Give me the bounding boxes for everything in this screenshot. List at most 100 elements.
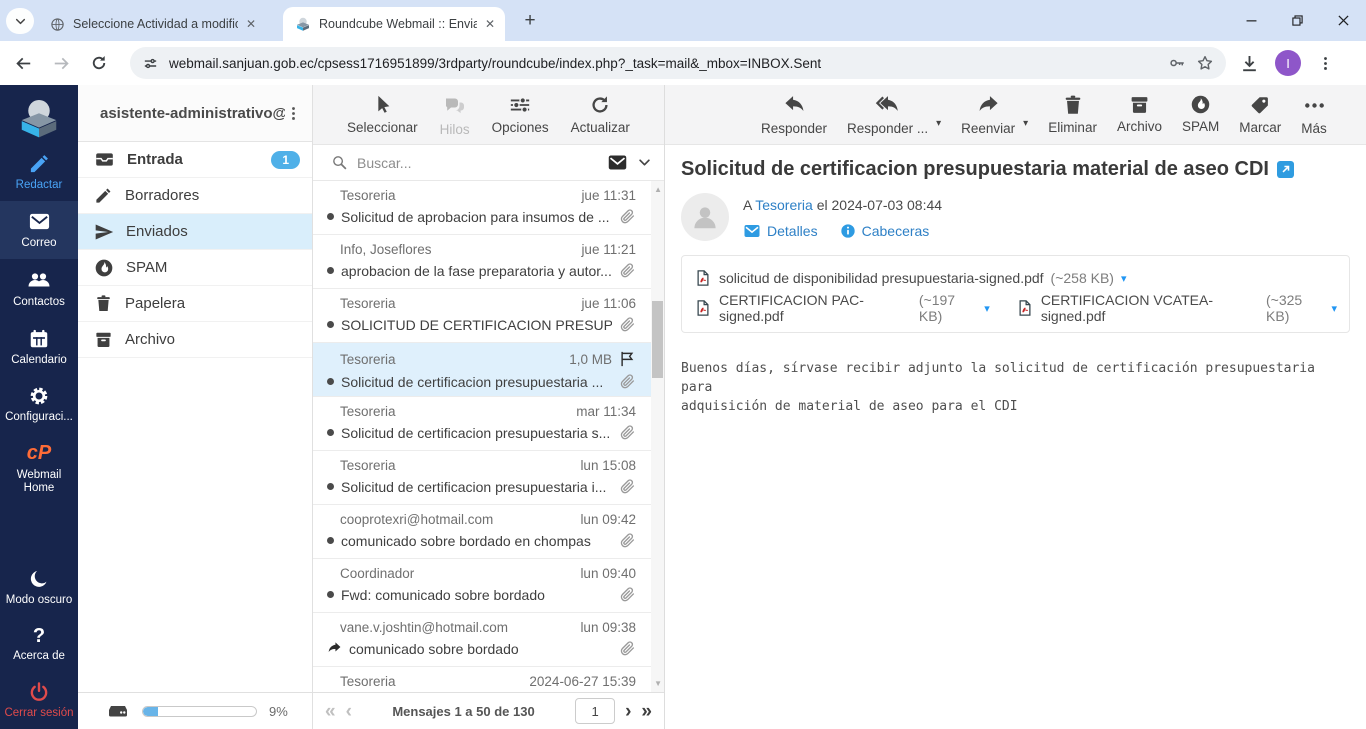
folder-drafts[interactable]: Borradores xyxy=(78,178,312,214)
threads-button[interactable]: Hilos xyxy=(440,94,470,144)
reply-dropdown-caret[interactable]: ▾ xyxy=(936,118,941,144)
forward-dropdown-caret[interactable]: ▾ xyxy=(1023,118,1028,144)
next-page-button[interactable]: › xyxy=(625,702,631,721)
message-date: 2024-07-03 08:44 xyxy=(832,197,943,213)
sidebar-item-contacts[interactable]: Contactos xyxy=(0,259,78,318)
sidebar-item-settings[interactable]: Configuraci... xyxy=(0,376,78,433)
forward-button[interactable] xyxy=(48,50,74,76)
search-input[interactable] xyxy=(357,155,598,171)
sidebar-item-about[interactable]: ? Acerca de xyxy=(0,617,78,672)
first-page-button[interactable]: « xyxy=(325,702,336,721)
search-options-chevron-icon[interactable] xyxy=(637,155,652,170)
window-close-button[interactable] xyxy=(1320,0,1366,41)
list-scrollbar[interactable]: ▲ ▼ xyxy=(651,181,664,692)
bookmark-star-icon[interactable] xyxy=(1196,54,1214,72)
folder-archive[interactable]: Archivo xyxy=(78,322,312,358)
recipient-link[interactable]: Tesoreria xyxy=(755,197,813,213)
globe-icon xyxy=(50,17,65,32)
message-row[interactable]: Tesoreriajue 11:31 Solicitud de aprobaci… xyxy=(313,181,664,235)
site-settings-icon[interactable] xyxy=(142,55,159,72)
scrollbar-thumb[interactable] xyxy=(652,301,663,378)
back-button[interactable] xyxy=(10,50,36,76)
reply-all-button[interactable]: Responder ... xyxy=(847,94,928,144)
person-icon xyxy=(690,202,720,232)
attachment-item[interactable]: solicitud de disponibilidad presupuestar… xyxy=(694,269,1127,287)
delete-button[interactable]: Eliminar xyxy=(1048,94,1097,144)
compose-icon xyxy=(28,152,51,175)
details-link[interactable]: Detalles xyxy=(743,222,818,240)
trash-icon xyxy=(1062,94,1084,116)
message-row[interactable]: cooprotexri@hotmail.comlun 09:42 comunic… xyxy=(313,505,664,559)
browser-menu-kebab-icon[interactable] xyxy=(1317,55,1334,72)
archive-button[interactable]: Archivo xyxy=(1117,94,1162,144)
attachment-menu-caret[interactable]: ▾ xyxy=(984,302,990,315)
last-page-button[interactable]: » xyxy=(641,702,652,721)
envelope-icon xyxy=(743,222,761,240)
message-row[interactable]: Tesoreriajue 11:06 SOLICITUD DE CERTIFIC… xyxy=(313,289,664,343)
folder-inbox[interactable]: Entrada 1 xyxy=(78,142,312,178)
reload-button[interactable] xyxy=(86,50,112,76)
message-row[interactable]: Tesoreriamar 11:34 Solicitud de certific… xyxy=(313,397,664,451)
message-row[interactable]: Tesorerialun 15:08 Solicitud de certific… xyxy=(313,451,664,505)
attachment-menu-caret[interactable]: ▾ xyxy=(1121,272,1127,285)
message-row[interactable]: Info, Josefloresjue 11:21 aprobacion de … xyxy=(313,235,664,289)
sidebar-item-dark-mode[interactable]: Modo oscuro xyxy=(0,559,78,616)
unread-dot xyxy=(327,483,334,490)
flag-icon[interactable] xyxy=(618,350,636,368)
browser-profile-avatar[interactable]: I xyxy=(1275,50,1301,76)
account-menu-kebab-icon[interactable] xyxy=(285,105,302,122)
tag-icon xyxy=(1249,94,1271,116)
folder-sent[interactable]: Enviados xyxy=(78,214,312,250)
message-row-selected[interactable]: Tesoreria1,0 MB Solicitud de certificaci… xyxy=(313,343,664,397)
message-view-panel: Responder Responder ... ▾ Reenviar ▾ Eli… xyxy=(665,85,1366,729)
mark-button[interactable]: Marcar xyxy=(1239,94,1281,144)
gear-icon xyxy=(28,385,50,407)
sidebar-item-compose[interactable]: Redactar xyxy=(0,143,78,201)
sidebar-item-calendar[interactable]: Calendario xyxy=(0,319,78,376)
sidebar-item-logout[interactable]: Cerrar sesión xyxy=(0,672,78,729)
cpanel-icon: cP xyxy=(27,442,51,465)
message-row[interactable]: Tesoreria2024-06-27 15:39 xyxy=(313,667,664,692)
attachment-menu-caret[interactable]: ▾ xyxy=(1331,302,1337,315)
archive-box-icon xyxy=(1129,94,1150,115)
account-header: asistente-administrativo@s... xyxy=(78,85,312,142)
app-sidebar: Redactar Correo Contactos Calendario Con… xyxy=(0,85,78,729)
select-button[interactable]: Seleccionar xyxy=(347,94,418,144)
downloads-icon[interactable] xyxy=(1240,54,1259,73)
headers-link[interactable]: Cabeceras xyxy=(840,222,930,240)
message-row[interactable]: Coordinadorlun 09:40 Fwd: comunicado sob… xyxy=(313,559,664,613)
window-minimize-button[interactable] xyxy=(1228,0,1274,41)
open-in-new-window-icon[interactable] xyxy=(1277,161,1294,178)
prev-page-button[interactable]: ‹ xyxy=(346,702,352,721)
search-scope-mail-icon[interactable] xyxy=(607,152,628,173)
pointer-icon xyxy=(371,94,393,116)
folder-spam[interactable]: SPAM xyxy=(78,250,312,286)
power-icon xyxy=(28,681,50,703)
spam-button[interactable]: SPAM xyxy=(1182,94,1219,144)
address-bar[interactable]: webmail.sanjuan.gob.ec/cpsess1716951899/… xyxy=(130,47,1226,79)
attachment-item[interactable]: CERTIFICACION VCATEA-signed.pdf (~325 KB… xyxy=(1016,292,1337,324)
refresh-button[interactable]: Actualizar xyxy=(571,94,630,144)
message-list: Tesoreriajue 11:31 Solicitud de aprobaci… xyxy=(313,181,664,692)
new-tab-button[interactable]: + xyxy=(518,9,542,33)
reply-icon xyxy=(783,94,806,117)
tab-close-icon[interactable]: ✕ xyxy=(485,17,495,31)
browser-tab-active[interactable]: Roundcube Webmail :: Enviados ✕ xyxy=(283,7,505,41)
forward-button[interactable]: Reenviar xyxy=(961,94,1015,144)
attachment-item[interactable]: CERTIFICACION PAC-signed.pdf (~197 KB) ▾ xyxy=(694,292,990,324)
sidebar-item-webmail-home[interactable]: cP Webmail Home xyxy=(0,433,78,504)
page-number-input[interactable] xyxy=(575,698,615,724)
tab-search-button[interactable] xyxy=(6,8,34,34)
reply-button[interactable]: Responder xyxy=(761,94,827,144)
password-key-icon[interactable] xyxy=(1168,54,1186,72)
window-restore-button[interactable] xyxy=(1274,0,1320,41)
options-button[interactable]: Opciones xyxy=(492,94,549,144)
message-row[interactable]: vane.v.joshtin@hotmail.comlun 09:38 comu… xyxy=(313,613,664,667)
browser-tab-inactive[interactable]: Seleccione Actividad a modifica ✕ xyxy=(38,7,266,41)
pdf-file-icon xyxy=(694,299,712,317)
sidebar-item-mail[interactable]: Correo xyxy=(0,201,78,259)
more-button[interactable]: Más xyxy=(1301,94,1327,144)
folder-trash[interactable]: Papelera xyxy=(78,286,312,322)
attachment-clip-icon xyxy=(619,640,636,657)
tab-close-icon[interactable]: ✕ xyxy=(246,17,256,31)
